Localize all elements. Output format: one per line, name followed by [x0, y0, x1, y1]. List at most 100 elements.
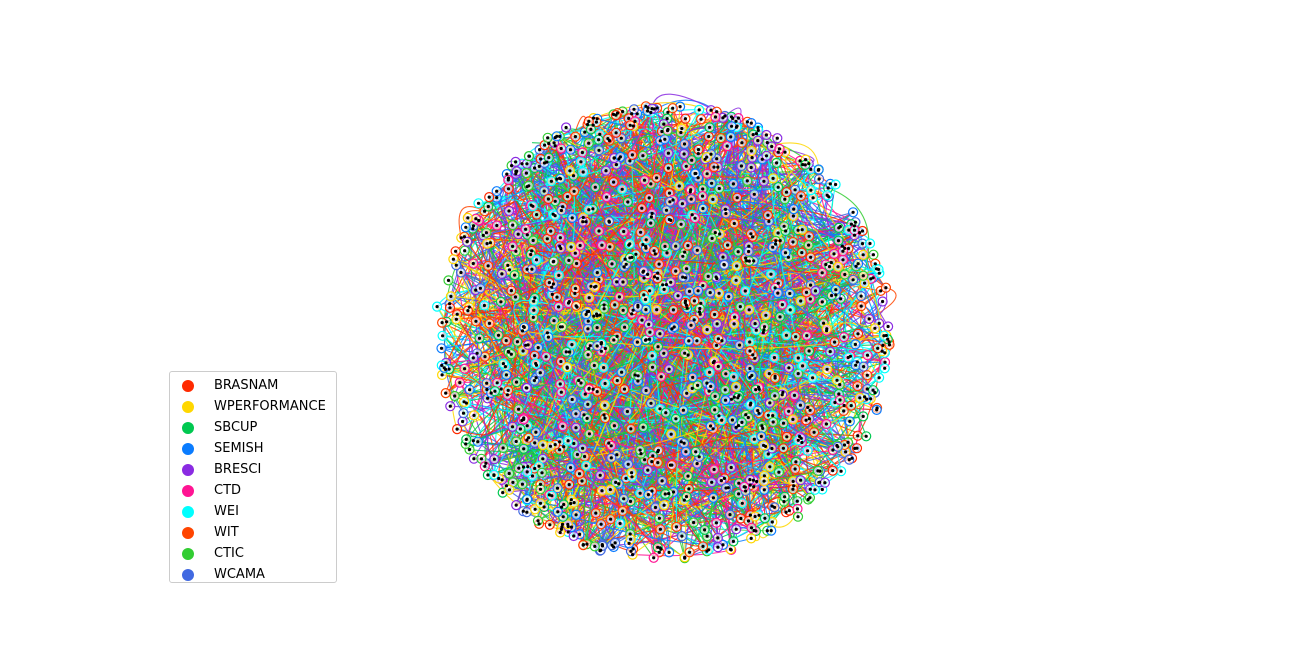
graph-node [781, 446, 786, 450]
graph-node [708, 125, 712, 129]
graph-node [646, 109, 650, 113]
graph-node [591, 116, 596, 120]
graph-node [513, 295, 518, 299]
graph-node [573, 291, 577, 295]
legend-item-semish: SEMISH [170, 438, 336, 459]
graph-node [825, 327, 829, 331]
graph-node [503, 365, 507, 369]
graph-node [753, 356, 757, 360]
graph-node [776, 291, 780, 295]
graph-node [507, 209, 511, 213]
graph-node [807, 243, 811, 247]
graph-node [746, 519, 751, 523]
graph-node [608, 245, 612, 249]
graph-node [848, 419, 852, 423]
graph-node [685, 306, 689, 310]
graph-node [828, 182, 832, 186]
graph-node [468, 388, 472, 392]
graph-node [793, 467, 797, 471]
graph-node [558, 236, 562, 240]
graph-node [776, 231, 780, 235]
graph-node [687, 289, 692, 293]
graph-node [618, 521, 622, 526]
graph-node [459, 270, 463, 275]
graph-node [553, 199, 557, 203]
graph-node [644, 238, 648, 242]
graph-node [748, 483, 752, 487]
graph-node [795, 507, 800, 511]
graph-node [729, 397, 734, 401]
graph-node [626, 462, 630, 466]
graph-node [858, 231, 862, 235]
graph-node [791, 214, 796, 218]
graph-node [667, 217, 671, 222]
graph-node [670, 463, 674, 467]
graph-node [578, 243, 582, 248]
graph-node [749, 536, 753, 541]
graph-node [501, 446, 505, 450]
graph-node [589, 127, 593, 131]
graph-node [612, 338, 616, 342]
graph-node [731, 182, 736, 186]
graph-node [679, 440, 683, 444]
graph-node [663, 137, 667, 141]
graph-node [686, 244, 690, 248]
graph-node [642, 269, 646, 273]
graph-node [684, 495, 689, 499]
graph-node [794, 460, 798, 464]
graph-node [683, 117, 688, 121]
graph-node [527, 436, 531, 440]
graph-node [650, 211, 654, 216]
graph-node [780, 303, 785, 307]
legend-item-wperformance: WPERFORMANCE [170, 396, 336, 417]
graph-node [600, 544, 605, 548]
legend-label: CTD [214, 483, 242, 498]
graph-node [770, 446, 774, 451]
graph-node [662, 351, 666, 355]
graph-node [876, 346, 880, 350]
graph-node [628, 123, 632, 127]
graph-node [834, 288, 838, 292]
graph-node [781, 421, 786, 425]
graph-node [688, 550, 692, 554]
graph-node [661, 283, 665, 287]
graph-node [574, 513, 578, 517]
graph-node [705, 534, 709, 538]
graph-node [766, 413, 770, 417]
graph-node [696, 148, 701, 152]
graph-node [462, 400, 466, 404]
graph-node [818, 480, 822, 484]
graph-node [801, 364, 805, 368]
graph-node [532, 308, 536, 312]
graph-node [656, 461, 660, 465]
graph-node [520, 482, 525, 486]
graph-node [771, 245, 775, 249]
graph-node [486, 204, 490, 209]
graph-node [609, 517, 613, 521]
graph-node [646, 468, 650, 472]
graph-node [846, 246, 851, 251]
graph-node [570, 397, 574, 402]
graph-node [609, 456, 613, 460]
graph-node [796, 438, 800, 442]
graph-node [598, 473, 602, 477]
graph-node [598, 132, 602, 136]
graph-node [813, 289, 818, 293]
graph-node [659, 547, 663, 551]
graph-node [474, 319, 478, 323]
graph-node [791, 479, 795, 483]
graph-node [579, 160, 583, 164]
graph-node [798, 159, 802, 163]
graph-node [691, 375, 695, 379]
graph-node [584, 220, 588, 224]
graph-node [538, 487, 543, 491]
legend-label: SBCUP [214, 420, 258, 435]
graph-node [669, 280, 673, 284]
graph-node [560, 525, 564, 529]
graph-node [594, 120, 599, 124]
graph-node [852, 228, 857, 232]
graph-node [500, 272, 504, 276]
graph-node [709, 384, 713, 388]
graph-node [555, 134, 559, 138]
graph-node [530, 474, 535, 478]
